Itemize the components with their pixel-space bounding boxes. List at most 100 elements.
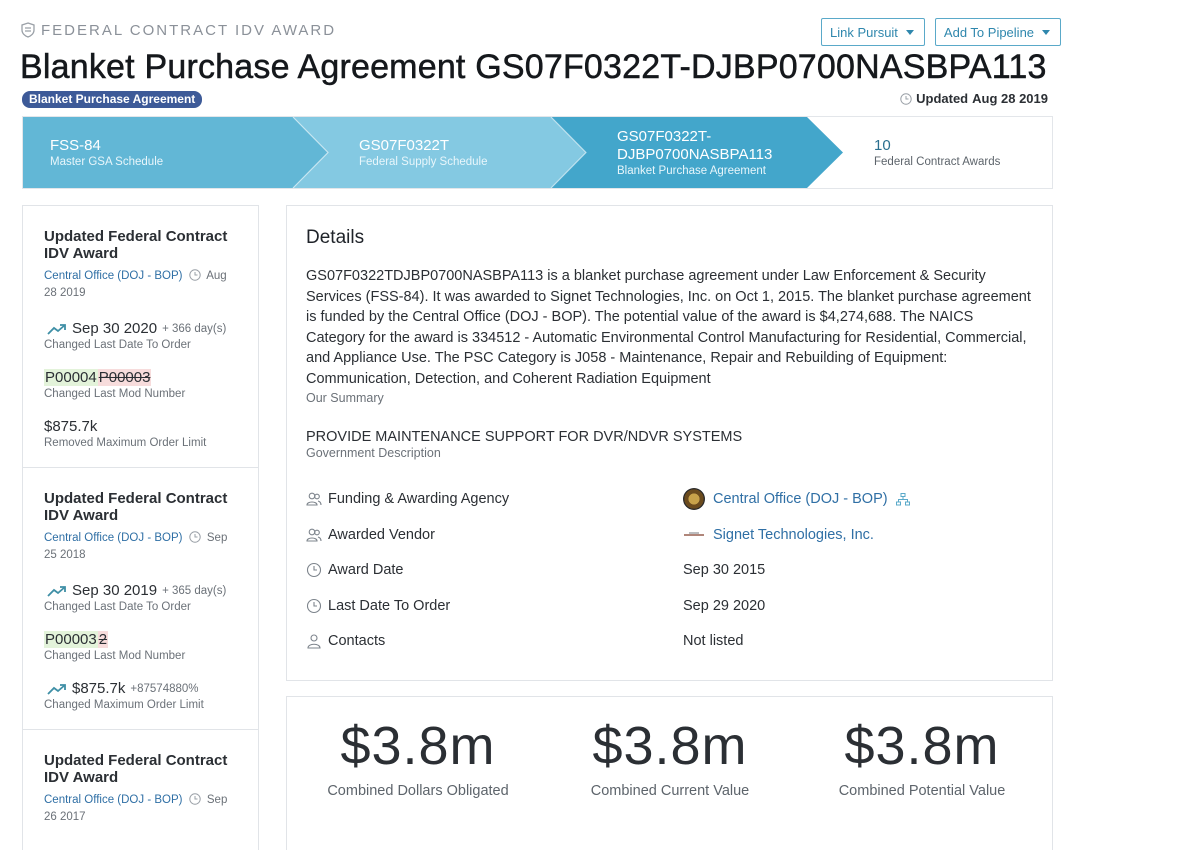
breadcrumb-current-bpa: GS07F0322T- DJBP0700NASBPA113 Blanket Pu… (617, 117, 772, 188)
agency-link[interactable]: Central Office (DOJ - BOP) (713, 491, 888, 507)
breadcrumb-gs07f0322t[interactable]: GS07F0322T Federal Supply Schedule (359, 117, 488, 188)
detail-row-agency: Funding & Awarding Agency Central Office… (306, 482, 1033, 518)
clock-icon (900, 92, 912, 105)
link-pursuit-button[interactable]: Link Pursuit (821, 18, 925, 46)
users-icon (306, 528, 322, 542)
detail-label: Last Date To Order (328, 597, 451, 614)
value-potential: $3.8m Combined Potential Value (802, 715, 1042, 799)
change-description: Changed Maximum Order Limit (44, 699, 204, 711)
timeline-item-title: Updated Federal Contract IDV Award (44, 490, 228, 524)
change-value: P00004 P00003 (44, 369, 238, 386)
change-new-value: P00004 (44, 369, 98, 386)
detail-value: Sep 29 2020 (683, 597, 766, 614)
change-description: Changed Last Date To Order (44, 601, 191, 613)
timeline-change: $875.7k Removed Maximum Order Limit (44, 418, 238, 449)
timeline-item-meta: Central Office (DOJ - BOP) Aug 28 2019 (44, 268, 238, 302)
change-delta: + 365 day(s) (162, 584, 227, 597)
trend-up-icon (47, 585, 66, 597)
agency-link[interactable]: Central Office (DOJ - BOP) (44, 270, 182, 282)
detail-label: Award Date (328, 562, 404, 579)
details-heading: Details (306, 227, 365, 248)
detail-label: Awarded Vendor (328, 526, 435, 543)
breadcrumb-subtitle: Blanket Purchase Agreement (617, 165, 766, 177)
updated-stamp: Updated Aug 28 2019 (900, 91, 1048, 106)
timeline-change: P00004 P00003 Changed Last Mod Number (44, 369, 238, 400)
change-new-value: $875.7k (72, 680, 126, 697)
detail-value: Signet Technologies, Inc. (683, 527, 874, 543)
header-actions: Link Pursuit Add To Pipeline (821, 18, 1062, 46)
timeline-item-title: Updated Federal Contract IDV Award (44, 228, 228, 262)
detail-row-vendor: Awarded Vendor Signet Technologies, Inc. (306, 517, 1033, 553)
change-value: Sep 30 2019 + 365 day(s) (44, 582, 238, 599)
change-value: P00003 2 (44, 631, 238, 648)
timeline-item-meta: Central Office (DOJ - BOP) Sep 26 2017 (44, 792, 238, 826)
agency-seal-logo (683, 488, 705, 511)
detail-row-contacts: Contacts Not listed (306, 624, 1033, 660)
breadcrumb-title: FSS-84 (50, 137, 101, 154)
org-chart-icon[interactable] (895, 492, 910, 506)
change-delta: +87574880% (130, 682, 199, 695)
value-current: $3.8m Combined Current Value (550, 715, 790, 799)
change-old-value: P00003 (97, 369, 152, 386)
value-label: Combined Current Value (590, 783, 750, 799)
agency-link[interactable]: Central Office (DOJ - BOP) (44, 532, 182, 544)
breadcrumb-subtitle: Federal Supply Schedule (359, 156, 488, 168)
timeline-item: Updated Federal Contract IDV Award Centr… (23, 468, 258, 730)
update-timeline: Updated Federal Contract IDV Award Centr… (22, 205, 259, 850)
change-value: $875.7k +87574880% (44, 680, 238, 697)
agency-link[interactable]: Central Office (DOJ - BOP) (44, 794, 182, 806)
timeline-item: Updated Federal Contract IDV Award Centr… (23, 730, 258, 844)
hierarchy-breadcrumb: FSS-84 Master GSA Schedule GS07F0322T Fe… (22, 116, 1053, 189)
change-old-value: $875.7k (44, 418, 98, 435)
timeline-change: Sep 30 2019 + 365 day(s) Changed Last Da… (44, 582, 238, 613)
change-new-value: P00003 (44, 631, 98, 648)
trend-up-icon (47, 683, 66, 695)
chevron-down-icon (905, 29, 914, 35)
details-card: Details GS07F0322TDJBP0700NASBPA113 is a… (286, 205, 1053, 681)
shield-icon (21, 22, 35, 38)
updated-date: Aug 28 2019 (972, 91, 1048, 106)
breadcrumb-title: GS07F0322T (359, 137, 450, 154)
change-new-value: Sep 30 2020 (72, 320, 158, 337)
government-description: PROVIDE MAINTENANCE SUPPORT FOR DVR/NDVR… (306, 428, 743, 445)
detail-value: Sep 30 2015 (683, 562, 766, 579)
change-delta: + 366 day(s) (162, 322, 227, 335)
vendor-logo (684, 532, 704, 536)
add-to-pipeline-button[interactable]: Add To Pipeline (934, 18, 1062, 46)
value-label: Combined Potential Value (838, 783, 1006, 799)
eyebrow-label: FEDERAL CONTRACT IDV AWARD (41, 21, 337, 39)
detail-label: Funding & Awarding Agency (328, 491, 510, 508)
detail-label: Contacts (328, 633, 386, 650)
breadcrumb-subtitle: Federal Contract Awards (874, 156, 1001, 168)
value-summary-card: $3.8m Combined Dollars Obligated $3.8m C… (286, 696, 1053, 850)
details-rows: Funding & Awarding Agency Central Office… (306, 482, 1033, 660)
clock-icon (188, 531, 201, 543)
value-label: Combined Dollars Obligated (327, 783, 509, 799)
detail-row-last-date: Last Date To Order Sep 29 2020 (306, 588, 1033, 624)
updated-label: Updated (916, 91, 969, 106)
timeline-item: Updated Federal Contract IDV Award Centr… (23, 206, 258, 468)
value-amount: $3.8m (340, 716, 496, 776)
timeline-change: P00003 2 Changed Last Mod Number (44, 631, 238, 662)
detail-row-award-date: Award Date Sep 30 2015 (306, 553, 1033, 589)
timeline-change: $875.7k +87574880% Changed Maximum Order… (44, 680, 238, 711)
value-amount: $3.8m (592, 716, 748, 776)
breadcrumb-fss-84[interactable]: FSS-84 Master GSA Schedule (50, 117, 163, 188)
page-eyebrow: FEDERAL CONTRACT IDV AWARD (21, 21, 336, 39)
breadcrumb-contract-awards[interactable]: 10 Federal Contract Awards (874, 117, 1000, 188)
vendor-link[interactable]: Signet Technologies, Inc. (713, 527, 874, 543)
link-pursuit-label: Link Pursuit (830, 24, 898, 40)
timeline-item-meta: Central Office (DOJ - BOP) Sep 25 2018 (44, 530, 238, 564)
clock-icon (188, 269, 201, 281)
change-value: $875.7k (44, 418, 238, 435)
value-amount: $3.8m (844, 716, 1000, 776)
change-description: Changed Last Mod Number (44, 650, 186, 662)
clock-icon (188, 793, 201, 805)
page-title: Blanket Purchase Agreement GS07F0322T-DJ… (20, 48, 1047, 87)
add-to-pipeline-label: Add To Pipeline (943, 24, 1035, 40)
breadcrumb-subtitle: Master GSA Schedule (50, 156, 164, 168)
detail-value: Not listed (683, 633, 744, 650)
award-summary: GS07F0322TDJBP0700NASBPA113 is a blanket… (306, 268, 1031, 387)
change-description: Removed Maximum Order Limit (44, 437, 207, 449)
change-description: Changed Last Mod Number (44, 388, 186, 400)
